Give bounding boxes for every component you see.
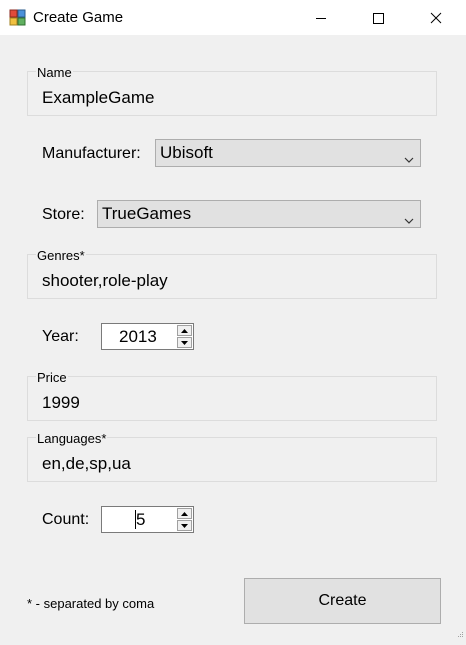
name-field[interactable]: ExampleGame: [42, 88, 154, 108]
manufacturer-selected-value: Ubisoft: [160, 143, 213, 162]
year-value[interactable]: 2013: [119, 327, 157, 347]
manufacturer-label: Manufacturer:: [42, 145, 141, 162]
name-label: Name: [36, 65, 73, 80]
close-button[interactable]: [413, 0, 459, 35]
arrow-up-icon: [181, 328, 188, 333]
count-decrement-button[interactable]: [177, 520, 192, 531]
resize-grip-icon[interactable]: [456, 625, 464, 643]
count-label: Count:: [42, 511, 90, 528]
price-label: Price: [36, 370, 68, 385]
arrow-down-icon: [181, 523, 188, 528]
genres-label: Genres*: [36, 248, 86, 263]
minimize-button[interactable]: [298, 0, 344, 35]
languages-field[interactable]: en,de,sp,ua: [42, 454, 131, 474]
window-title: Create Game: [33, 9, 124, 26]
store-combobox[interactable]: TrueGames: [97, 200, 421, 228]
year-decrement-button[interactable]: [177, 337, 192, 348]
count-spin-buttons: [177, 508, 192, 531]
store-selected-value: TrueGames: [102, 204, 192, 223]
minimize-icon: [316, 17, 326, 19]
close-icon: [430, 12, 442, 23]
price-field[interactable]: 1999: [42, 393, 80, 413]
maximize-button[interactable]: [355, 0, 401, 35]
create-button[interactable]: Create: [244, 578, 441, 624]
store-label: Store:: [42, 206, 85, 223]
year-spin-buttons: [177, 325, 192, 348]
year-label: Year:: [42, 328, 79, 345]
title-bar[interactable]: Create Game: [0, 0, 466, 35]
chevron-down-icon: [404, 150, 414, 168]
maximize-icon: [373, 12, 384, 24]
price-groupbox: [27, 376, 437, 421]
arrow-up-icon: [181, 511, 188, 516]
year-increment-button[interactable]: [177, 325, 192, 336]
application-icon: [9, 9, 26, 26]
manufacturer-combobox[interactable]: Ubisoft: [155, 139, 421, 167]
count-value[interactable]: 5: [136, 510, 145, 530]
genres-field[interactable]: shooter,role-play: [42, 271, 168, 291]
chevron-down-icon: [404, 211, 414, 229]
count-stepper[interactable]: 5: [101, 506, 194, 533]
arrow-down-icon: [181, 340, 188, 345]
count-increment-button[interactable]: [177, 508, 192, 519]
year-stepper[interactable]: 2013: [101, 323, 194, 350]
languages-label: Languages*: [36, 431, 108, 446]
separator-footnote: * - separated by coma: [27, 596, 155, 611]
